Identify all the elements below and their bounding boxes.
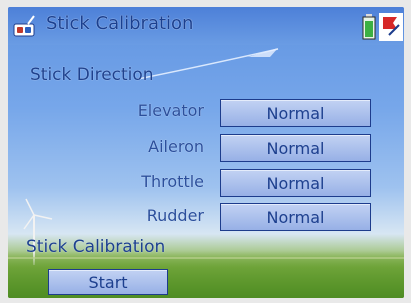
aileron-label: Aileron bbox=[148, 137, 204, 156]
throttle-label: Throttle bbox=[141, 172, 204, 191]
stick-direction-heading: Stick Direction bbox=[30, 65, 154, 85]
start-calibration-button[interactable]: Start bbox=[48, 269, 168, 295]
elevator-label: Elevator bbox=[137, 101, 204, 120]
rudder-direction-button[interactable]: Normal bbox=[220, 203, 371, 231]
throttle-direction-button[interactable]: Normal bbox=[220, 169, 371, 197]
swoosh-decoration bbox=[137, 48, 279, 80]
stick-calibration-heading: Stick Calibration bbox=[26, 237, 166, 257]
screen: Stick Calibration Stick Direction Elevat… bbox=[8, 7, 404, 298]
aileron-direction-button[interactable]: Normal bbox=[220, 134, 371, 162]
rudder-label: Rudder bbox=[146, 206, 204, 225]
field-horizon-decoration bbox=[8, 257, 404, 259]
elevator-direction-button[interactable]: Normal bbox=[220, 99, 371, 127]
